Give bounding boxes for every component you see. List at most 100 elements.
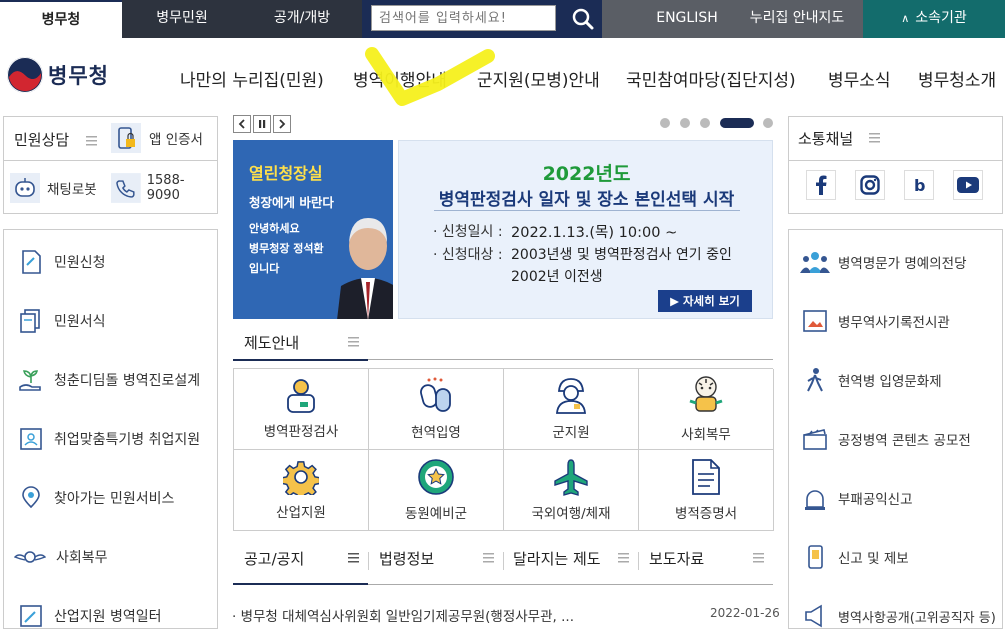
chatbot-link[interactable]: 채팅로봇 [10, 173, 97, 203]
affiliates-label: 소속기관 [915, 10, 967, 26]
tile-reserve-forces[interactable]: 동원예비군 [369, 450, 504, 531]
tile-label: 사회복무 [681, 427, 731, 443]
notice-tab-changes[interactable]: 달라지는 제도 [513, 548, 601, 574]
banner-left-title: 열린청장실 [249, 164, 323, 183]
tab-byeongmucheong[interactable]: 병무청 [0, 0, 122, 38]
search-input[interactable] [371, 5, 556, 31]
banner-left-line1: 안녕하세요 [249, 222, 300, 235]
svg-text:b: b [914, 176, 925, 195]
left-menu-civil-application[interactable]: 민원신청 [18, 242, 106, 282]
tab-byeongmu-minwon[interactable]: 병무민원 [122, 0, 242, 38]
left-menu-youth-career[interactable]: 청춘디딤돌 병역진로설계 [18, 360, 200, 400]
blog-link[interactable]: b [904, 170, 934, 200]
main-banner[interactable]: 2022년도 병역판정검사 일자 및 장소 본인선택 시작 · 신청일시 : 2… [398, 140, 773, 319]
menu-icon[interactable] [618, 553, 629, 563]
nav-news[interactable]: 병무소식 [828, 66, 891, 91]
tile-physical-exam[interactable]: 병역판정검사 [234, 369, 369, 450]
left-menu-visiting-service[interactable]: 찾아가는 민원서비스 [18, 478, 174, 518]
menu-icon[interactable] [753, 553, 764, 563]
tiger-mascot-icon [689, 376, 723, 412]
menu-icon[interactable] [86, 131, 97, 146]
slide-dot-3[interactable] [700, 118, 710, 128]
tile-social-service[interactable]: 사회복무 [639, 369, 774, 450]
slide-next-button[interactable] [273, 115, 291, 133]
banner-value2b: 2002년 이전생 [511, 269, 603, 285]
picture-frame-icon [803, 310, 827, 332]
left-menu-label: 민원서식 [54, 314, 106, 330]
notice-tab-press[interactable]: 보도자료 [649, 548, 704, 574]
nav-citizen-participation[interactable]: 국민참여마당(집단지성) [626, 66, 796, 91]
right-menu-report-tip[interactable]: 신고 및 제보 [800, 537, 909, 577]
menu-icon[interactable] [869, 133, 880, 143]
menu-icon[interactable] [483, 553, 494, 563]
notice-tab-announcements[interactable]: 공고/공지 [244, 548, 304, 574]
chevron-left-icon [238, 119, 245, 129]
app-cert-link[interactable]: 앱 인증서 [111, 123, 203, 153]
tile-label: 현역입영 [411, 425, 461, 441]
slide-dot-5[interactable] [763, 118, 773, 128]
slide-prev-button[interactable] [233, 115, 251, 133]
tile-military-volunteer[interactable]: 군지원 [504, 369, 639, 450]
tile-overseas-travel[interactable]: 국외여행/체재 [504, 450, 639, 531]
nav-about[interactable]: 병무청소개 [918, 66, 996, 91]
right-menu-disclosure[interactable]: 병역사항공개(고위공직자 등) [800, 596, 996, 636]
certificate-document-icon [692, 459, 720, 495]
tile-military-certificate[interactable]: 병적증명서 [639, 450, 774, 531]
nav-my-homepage[interactable]: 나만의 누리집(민원) [180, 66, 324, 91]
right-menu-corruption-report[interactable]: 부패공익신고 [800, 478, 913, 518]
phone-link[interactable]: 1588-9090 [111, 173, 217, 203]
open-commissioner-banner[interactable]: 열린청장실 청장에게 바란다 안녕하세요 병무청장 정석환 입니다 [233, 140, 393, 319]
banner-more-button[interactable]: ▶ 자세히 보기 [658, 290, 752, 312]
slide-dot-active[interactable] [720, 118, 754, 128]
tab-open-access[interactable]: 공개/개방 [242, 0, 362, 38]
left-menu-social-service[interactable]: 사회복무 [14, 537, 108, 577]
search-bar [362, 0, 602, 38]
banner-label2: · 신청대상 : [433, 247, 503, 263]
nav-military-service-guide[interactable]: 병역이행안내 [353, 66, 447, 91]
left-menu-industry-work[interactable]: 산업지원 병역일터 [18, 596, 162, 636]
megaphone-icon [805, 604, 822, 628]
affiliates-button[interactable]: ∧ 소속기관 [863, 0, 1005, 38]
facebook-link[interactable] [806, 170, 836, 200]
nav-recruitment-guide[interactable]: 군지원(모병)안내 [477, 66, 600, 91]
left-menu-label: 청춘디딤돌 병역진로설계 [54, 373, 201, 389]
app-cert-label: 앱 인증서 [149, 132, 203, 148]
menu-icon[interactable] [348, 553, 359, 563]
tile-label: 동원예비군 [404, 506, 468, 522]
soldier-icon [556, 378, 586, 414]
slide-pause-button[interactable] [253, 115, 271, 133]
slide-dot-2[interactable] [680, 118, 690, 128]
left-menu-label: 민원신청 [54, 255, 106, 271]
right-menu-label: 현역병 입영문화제 [838, 374, 942, 390]
banner-value2a: 2003년생 및 병역판정검사 연기 중인 [511, 247, 732, 263]
left-menu-civil-forms[interactable]: 민원서식 [18, 301, 106, 341]
search-button[interactable] [562, 0, 602, 38]
right-menu-history-hall[interactable]: 병무역사기록전시관 [800, 301, 950, 341]
notice-item-title[interactable]: · 병무청 대체역심사위원회 일반임기제공무원(행정사무관, ... [232, 605, 574, 625]
system-title[interactable]: 제도안내 [244, 332, 299, 353]
right-menu-label: 병역명문가 명예의전당 [838, 256, 967, 272]
reserve-badge-icon [418, 459, 454, 495]
left-menu-job-support[interactable]: 취업맞춤특기병 취업지원 [18, 419, 200, 459]
right-menu-label: 병무역사기록전시관 [838, 315, 950, 331]
english-link[interactable]: ENGLISH [652, 0, 722, 38]
menu-icon[interactable] [348, 337, 359, 347]
slide-dot-1[interactable] [660, 118, 670, 128]
walking-person-icon [807, 368, 823, 392]
right-menu-enlistment-culture[interactable]: 현역병 입영문화제 [800, 360, 942, 400]
youtube-link[interactable] [953, 170, 983, 200]
consult-title[interactable]: 민원상담 [14, 129, 69, 150]
tile-label: 산업지원 [276, 505, 326, 521]
right-menu-contents-contest[interactable]: 공정병역 콘텐츠 공모전 [800, 419, 971, 459]
right-menu-honor-hall[interactable]: 병역명문가 명예의전당 [800, 242, 967, 282]
tile-active-enlistment[interactable]: 현역입영 [369, 369, 504, 450]
left-menu-label: 사회복무 [56, 550, 108, 566]
logo-emblem-icon[interactable] [6, 56, 44, 94]
sns-title[interactable]: 소통채널 [798, 128, 853, 149]
notice-tab-laws[interactable]: 법령정보 [379, 548, 434, 574]
tile-industry-support[interactable]: 산업지원 [234, 450, 369, 531]
sitemap-link[interactable]: 누리집 안내지도 [736, 0, 858, 38]
logo-text[interactable]: 병무청 [48, 60, 109, 90]
tile-label: 군지원 [552, 425, 590, 441]
instagram-link[interactable] [855, 170, 885, 200]
